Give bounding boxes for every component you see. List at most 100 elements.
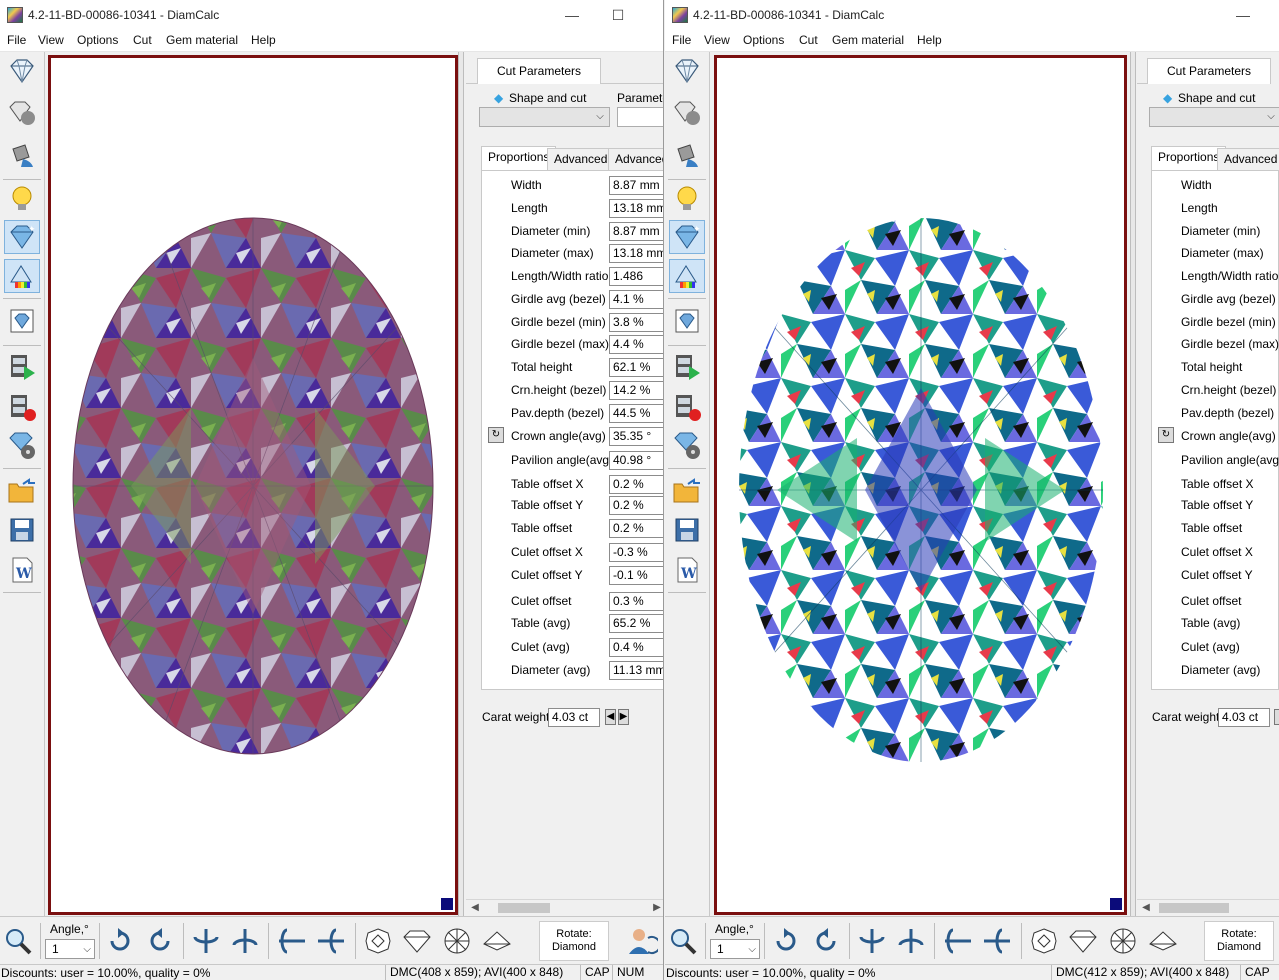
scroll-left-icon[interactable]: ◀ [1139, 901, 1153, 915]
proportion-value-field[interactable]: -0.3 % [609, 543, 663, 562]
carat-weight-field[interactable]: 4.03 ct [1218, 708, 1270, 727]
decrease-button[interactable]: ◀ [605, 709, 616, 725]
menu-help[interactable]: Help [251, 33, 276, 47]
scroll-left-icon[interactable]: ◀ [468, 901, 482, 915]
minimize-button[interactable]: — [549, 0, 595, 30]
flip-horizontal-icon[interactable] [276, 925, 308, 957]
spectrum-icon[interactable] [669, 259, 705, 293]
proportion-value-field[interactable]: 8.87 mm [609, 222, 663, 241]
proportion-value-field[interactable]: 4.4 % [609, 335, 663, 354]
flip-horizontal-2-icon[interactable] [315, 925, 347, 957]
increase-button[interactable]: ▶ [618, 709, 629, 725]
menu-file[interactable]: File [7, 33, 26, 47]
menu-view[interactable]: View [704, 33, 730, 47]
proportion-value-field[interactable]: 4.1 % [609, 290, 663, 309]
rotate-ccw-icon[interactable] [810, 925, 842, 957]
diamond-reel-icon[interactable] [669, 428, 705, 462]
light-bulb-icon[interactable] [669, 182, 705, 216]
horizontal-scrollbar[interactable]: ◀ [1137, 899, 1279, 915]
menu-gem-material[interactable]: Gem material [166, 33, 238, 47]
scroll-thumb[interactable] [498, 903, 550, 913]
flip-vertical-icon[interactable] [190, 925, 222, 957]
save-icon[interactable] [669, 513, 705, 547]
diamond-view-canvas[interactable] [714, 55, 1127, 915]
proportion-value-field[interactable]: 11.13 mm [609, 661, 663, 680]
zoom-icon[interactable] [667, 925, 699, 957]
tab-advanced[interactable]: Advanced [1217, 148, 1279, 170]
proportion-value-field[interactable]: 0.4 % [609, 638, 663, 657]
user-rotate-icon[interactable] [626, 925, 658, 957]
title-bar[interactable]: 4.2-11-BD-00086-10341 - DiamCalc — [665, 0, 1279, 30]
proportion-value-field[interactable]: 0.2 % [609, 519, 663, 538]
proportion-value-field[interactable]: 62.1 % [609, 358, 663, 377]
film-record-icon[interactable] [669, 390, 705, 424]
tab-proportions[interactable]: Proportions [481, 146, 557, 170]
top-view-icon[interactable] [362, 925, 394, 957]
tab-cut-parameters[interactable]: Cut Parameters [1147, 58, 1271, 84]
decrease-button[interactable] [1274, 709, 1279, 725]
profile-view-icon[interactable] [481, 925, 513, 957]
proportion-value-field[interactable]: 0.3 % [609, 592, 663, 611]
proportion-value-field[interactable]: 1.486 [609, 267, 663, 286]
menu-file[interactable]: File [672, 33, 691, 47]
menu-options[interactable]: Options [743, 33, 784, 47]
rotate-cw-icon[interactable] [104, 925, 136, 957]
light-bulb-icon[interactable] [4, 182, 40, 216]
tab-advanced-2[interactable]: Advanced [608, 148, 663, 170]
shape-and-cut-select[interactable]: ⌵ [1149, 107, 1279, 127]
diamond-icon[interactable] [669, 54, 705, 88]
proportion-value-field[interactable]: 40.98 ° [609, 451, 663, 470]
splitter[interactable] [458, 52, 464, 916]
paint-bucket-icon[interactable] [4, 138, 40, 172]
profile-view-icon[interactable] [1147, 925, 1179, 957]
rotate-cw-icon[interactable] [770, 925, 802, 957]
flip-vertical-2-icon[interactable] [229, 925, 261, 957]
film-play-icon[interactable] [4, 350, 40, 384]
side-view-icon[interactable] [1067, 925, 1099, 957]
menu-help[interactable]: Help [917, 33, 942, 47]
maximize-button[interactable]: ☐ [595, 0, 641, 30]
menu-cut[interactable]: Cut [133, 33, 152, 47]
scroll-right-icon[interactable]: ▶ [650, 901, 663, 915]
menu-view[interactable]: View [38, 33, 64, 47]
proportion-value-field[interactable]: 65.2 % [609, 614, 663, 633]
proportion-value-field[interactable]: 0.2 % [609, 475, 663, 494]
rotate-ccw-icon[interactable] [144, 925, 176, 957]
open-folder-icon[interactable] [4, 474, 40, 508]
tab-advanced[interactable]: Advanced [547, 148, 615, 170]
proportion-value-field[interactable]: 35.35 ° [609, 427, 663, 446]
diamond-sparkle-icon[interactable]: ✦ [669, 220, 705, 254]
lock-icon[interactable]: ↻ [488, 427, 504, 443]
tab-proportions[interactable]: Proportions [1151, 146, 1227, 170]
side-view-icon[interactable] [401, 925, 433, 957]
image-frame-icon[interactable] [4, 304, 40, 338]
horizontal-scrollbar[interactable]: ◀ ▶ [466, 899, 663, 915]
carat-weight-field[interactable]: 4.03 ct [548, 708, 600, 727]
paint-bucket-icon[interactable] [669, 138, 705, 172]
proportion-value-field[interactable]: 0.2 % [609, 496, 663, 515]
diamond-reel-icon[interactable] [4, 428, 40, 462]
image-frame-icon[interactable] [669, 304, 705, 338]
scroll-thumb[interactable] [1159, 903, 1229, 913]
film-record-icon[interactable] [4, 390, 40, 424]
angle-select[interactable]: 1 ⌵ [45, 939, 95, 959]
parameter-select[interactable] [617, 107, 663, 127]
word-doc-icon[interactable]: W [669, 553, 705, 587]
sphere-diamond-icon[interactable] [4, 96, 40, 130]
proportion-value-field[interactable]: 13.18 mm [609, 199, 663, 218]
proportion-value-field[interactable]: -0.1 % [609, 566, 663, 585]
proportion-value-field[interactable]: 3.8 % [609, 313, 663, 332]
save-icon[interactable] [4, 513, 40, 547]
proportion-value-field[interactable]: 14.2 % [609, 381, 663, 400]
flip-vertical-icon[interactable] [856, 925, 888, 957]
minimize-button[interactable]: — [1220, 0, 1266, 30]
diamond-view-canvas[interactable] [48, 55, 458, 915]
zoom-icon[interactable] [2, 925, 34, 957]
bottom-view-icon[interactable] [441, 925, 473, 957]
lock-icon[interactable]: ↻ [1158, 427, 1174, 443]
top-view-icon[interactable] [1028, 925, 1060, 957]
flip-horizontal-2-icon[interactable] [981, 925, 1013, 957]
diamond-icon[interactable] [4, 54, 40, 88]
sphere-diamond-icon[interactable] [669, 96, 705, 130]
proportion-value-field[interactable]: 44.5 % [609, 404, 663, 423]
